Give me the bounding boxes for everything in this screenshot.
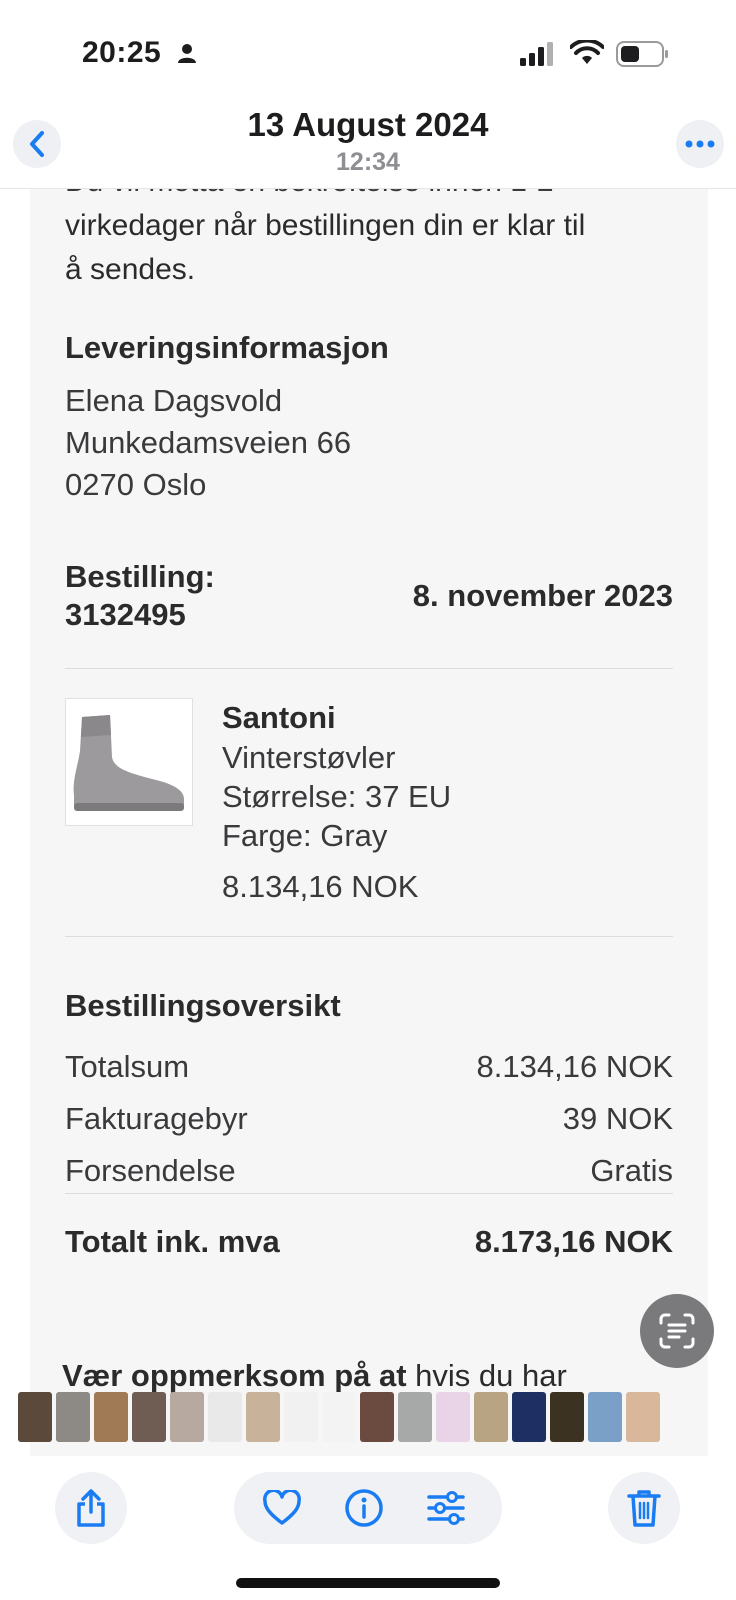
order-label: Bestilling: [65, 559, 215, 594]
photo-thumbnail[interactable] [18, 1392, 52, 1442]
notice-rest: hvis du har [406, 1358, 567, 1393]
product-name: Vinterstøvler [222, 740, 396, 775]
info-button[interactable] [342, 1486, 386, 1530]
person-icon [176, 42, 198, 64]
heart-icon [263, 1490, 301, 1525]
divider [65, 1193, 673, 1194]
order-number: Bestilling: 3132495 [65, 558, 215, 634]
photo-thumbnail[interactable] [588, 1392, 622, 1442]
summary-value: 39 NOK [562, 1101, 673, 1136]
status-time: 20:25 [82, 36, 162, 69]
summary-row: Fakturagebyr 39 NOK [65, 1098, 673, 1140]
summary-value: Gratis [590, 1153, 673, 1188]
photo-thumbnail[interactable] [360, 1392, 394, 1442]
receipt-document: Du vil motta en bekreftelse innen 1-2 vi… [30, 188, 708, 1456]
divider [65, 668, 673, 669]
home-indicator[interactable] [236, 1578, 500, 1588]
delete-button[interactable] [608, 1472, 680, 1544]
delivery-heading: Leveringsinformasjon [65, 330, 389, 365]
intro-line-1: Du vil motta en bekreftelse innen 1-2 [65, 188, 673, 204]
live-text-icon [659, 1313, 695, 1349]
total-value: 8.173,16 NOK [474, 1224, 673, 1259]
status-bar: 20:25 [0, 0, 736, 96]
live-text-button[interactable] [640, 1294, 714, 1368]
photo-thumbnail[interactable] [132, 1392, 166, 1442]
product-price: 8.134,16 NOK [222, 869, 419, 904]
delivery-street: Munkedamsveien 66 [65, 425, 352, 460]
divider [65, 936, 673, 937]
photo-thumbnail[interactable] [550, 1392, 584, 1442]
product-brand: Santoni [222, 700, 336, 735]
notice-text: Vær oppmerksom på at hvis du har [62, 1358, 567, 1394]
product-size: Størrelse: 37 EU [222, 779, 452, 814]
photo-date-title: 13 August 2024 [247, 106, 489, 143]
order-date: 8. november 2023 [412, 578, 673, 613]
photo-thumbnail[interactable] [94, 1392, 128, 1442]
notice-bold: Vær oppmerksom på at [62, 1358, 407, 1393]
photo-time-subtitle: 12:34 [336, 148, 400, 176]
photo-thumbnail[interactable] [170, 1392, 204, 1442]
summary-label: Forsendelse [65, 1153, 236, 1188]
order-row: Bestilling: 3132495 8. november 2023 [65, 558, 673, 634]
trash-icon [627, 1490, 661, 1527]
photo-thumbnail[interactable] [284, 1392, 318, 1442]
photo-thumbnail[interactable] [398, 1392, 432, 1442]
total-row: Totalt ink. mva 8.173,16 NOK [65, 1224, 673, 1260]
summary-row: Totalsum 8.134,16 NOK [65, 1046, 673, 1088]
action-pill [234, 1472, 502, 1544]
intro-text: Du vil motta en bekreftelse innen 1-2 vi… [65, 188, 673, 292]
cellular-signal-icon [520, 42, 556, 71]
order-id: 3132495 [65, 597, 186, 632]
photo-thumbnail[interactable] [512, 1392, 546, 1442]
delivery-name: Elena Dagsvold [65, 383, 283, 418]
photo-thumbnail[interactable] [246, 1392, 280, 1442]
photo-thumbnail[interactable] [626, 1392, 660, 1442]
adjust-button[interactable] [424, 1486, 468, 1530]
total-label: Totalt ink. mva [65, 1224, 280, 1259]
summary-row: Forsendelse Gratis [65, 1150, 673, 1192]
product-info: Santoni Vinterstøvler Størrelse: 37 EU F… [222, 698, 672, 905]
share-icon [77, 1489, 105, 1527]
wifi-icon [569, 38, 605, 71]
share-button[interactable] [55, 1472, 127, 1544]
photo-header: 13 August 2024 12:34 [0, 96, 736, 189]
summary-section: Bestillingsoversikt Totalsum 8.134,16 NO… [65, 988, 673, 1192]
more-options-button[interactable] [676, 120, 724, 168]
ellipsis-icon [685, 140, 715, 148]
summary-value: 8.134,16 NOK [476, 1049, 673, 1084]
photo-thumbnail[interactable] [474, 1392, 508, 1442]
intro-line-3: å sendes. [65, 253, 196, 286]
thumbnail-strip[interactable] [18, 1392, 660, 1442]
photo-thumbnail[interactable] [436, 1392, 470, 1442]
photo-thumbnail[interactable] [208, 1392, 242, 1442]
intro-line-2: virkedager når bestillingen din er klar … [65, 209, 586, 242]
battery-icon [616, 40, 670, 73]
summary-heading: Bestillingsoversikt [65, 988, 341, 1023]
photo-thumbnail[interactable] [322, 1392, 356, 1442]
delivery-section: Leveringsinformasjon Elena Dagsvold Munk… [65, 330, 673, 506]
summary-label: Fakturagebyr [65, 1101, 248, 1136]
info-icon [345, 1489, 383, 1527]
boot-icon [73, 715, 184, 811]
delivery-city: 0270 Oslo [65, 467, 207, 502]
product-color: Farge: Gray [222, 818, 388, 853]
photo-thumbnail[interactable] [56, 1392, 90, 1442]
favorite-button[interactable] [260, 1486, 304, 1530]
summary-label: Totalsum [65, 1049, 190, 1084]
product-image [65, 698, 193, 826]
sliders-icon [427, 1491, 465, 1525]
